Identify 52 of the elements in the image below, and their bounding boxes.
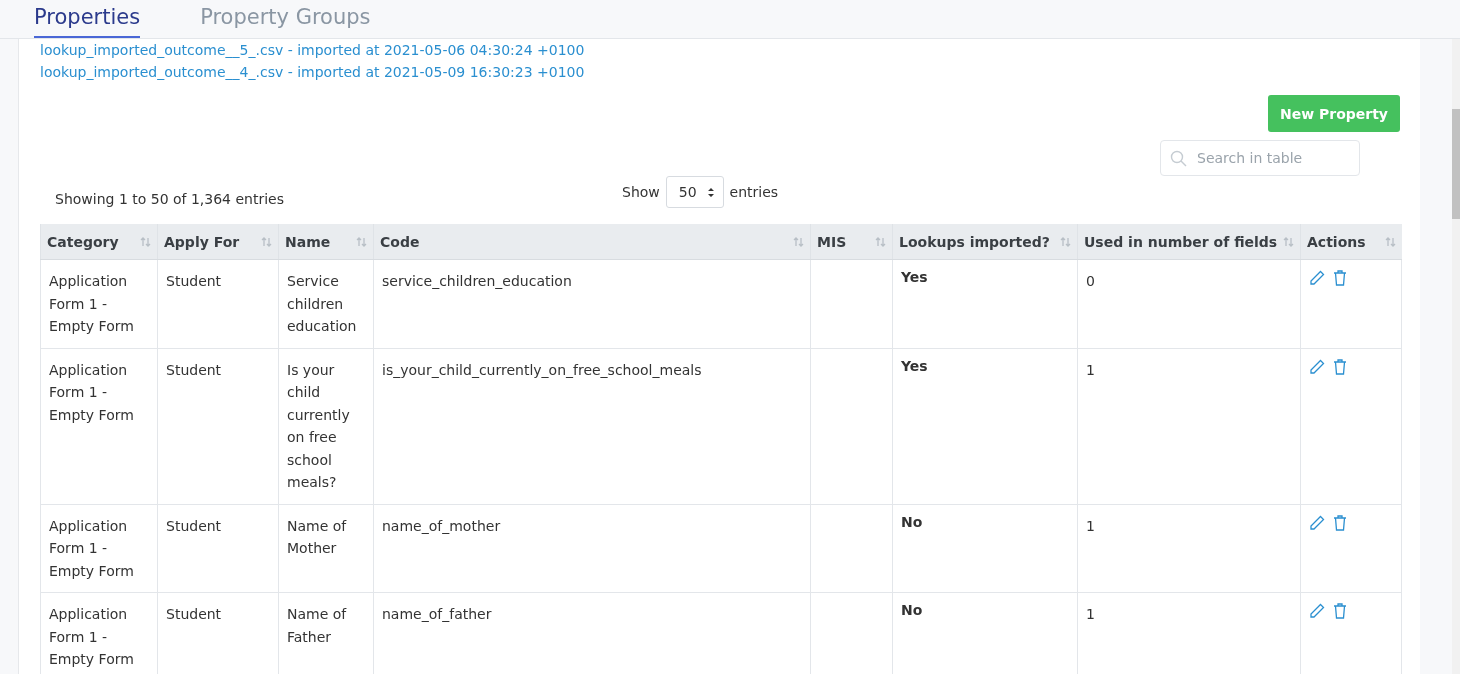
table-cell: No (892, 504, 1078, 593)
sort-icon[interactable] (356, 236, 367, 247)
pencil-icon[interactable] (1309, 270, 1325, 286)
sort-icon[interactable] (261, 236, 272, 247)
entries-info: Showing 1 to 50 of 1,364 entries (55, 191, 285, 207)
sort-icon[interactable] (1283, 236, 1294, 247)
trash-icon[interactable] (1333, 603, 1347, 619)
trash-icon[interactable] (1333, 270, 1347, 286)
table-cell: Application Form 1 - Empty Form (40, 504, 158, 593)
table-cell: 0 (1077, 259, 1301, 348)
sort-icon[interactable] (793, 236, 804, 247)
table-cell: is_your_child_currently_on_free_school_meals (373, 348, 811, 504)
pencil-icon[interactable] (1309, 358, 1325, 375)
table-cell: Student (157, 348, 279, 504)
show-label: Show (622, 184, 660, 200)
trash-icon[interactable] (1333, 514, 1347, 531)
table-cell: Yes (892, 348, 1078, 504)
table-cell: Service children education (278, 259, 374, 348)
sort-icon[interactable] (875, 236, 886, 247)
entries-label: entries (729, 184, 779, 200)
column-header[interactable]: Code (373, 224, 811, 260)
search-icon (1170, 150, 1187, 167)
column-header[interactable]: Actions (1300, 224, 1402, 260)
table-cell: Application Form 1 - Empty Form (40, 348, 158, 504)
pencil-icon[interactable] (1309, 603, 1325, 619)
table-cell: service_children_education (373, 259, 811, 348)
page-length-select[interactable]: 50 (665, 176, 724, 208)
table-cell: 1 (1077, 504, 1301, 593)
sort-icon[interactable] (1384, 236, 1396, 247)
caret-icon (706, 186, 715, 198)
import-file-link[interactable]: lookup_imported_outcome__4_.csv - imported at 2021-05-09 16:30:23 +0100 (40, 61, 585, 83)
trash-icon[interactable] (1333, 358, 1347, 375)
table-cell: Student (157, 259, 279, 348)
table-cell: Application Form 1 - Empty Form (40, 259, 158, 348)
sort-icon[interactable] (1060, 236, 1071, 247)
table-cell: Student (157, 504, 279, 593)
pencil-icon[interactable] (1309, 514, 1325, 531)
search-field[interactable]: Search in table (1160, 140, 1360, 176)
import-file-link[interactable]: lookup_imported_outcome__5_.csv - imported at 2021-05-06 04:30:24 +0100 (40, 39, 585, 61)
column-header[interactable]: Lookups imported? (892, 224, 1078, 260)
table-cell: Yes (892, 259, 1078, 348)
table-cell: Name of Mother (278, 504, 374, 593)
column-header[interactable]: Apply For (157, 224, 279, 260)
table-cell: Is your child currently on free school meals? (278, 348, 374, 504)
table-cell: 1 (1077, 348, 1301, 504)
table-cell: name_of_mother (373, 504, 811, 593)
table-cell: Application Form 1 - Empty Form (40, 592, 158, 674)
sort-icon[interactable] (140, 236, 151, 247)
column-header[interactable]: MIS (810, 224, 893, 260)
column-header[interactable]: Name (278, 224, 374, 260)
column-header[interactable]: Category (40, 224, 158, 260)
column-header[interactable]: Used in number of fields (1077, 224, 1301, 260)
